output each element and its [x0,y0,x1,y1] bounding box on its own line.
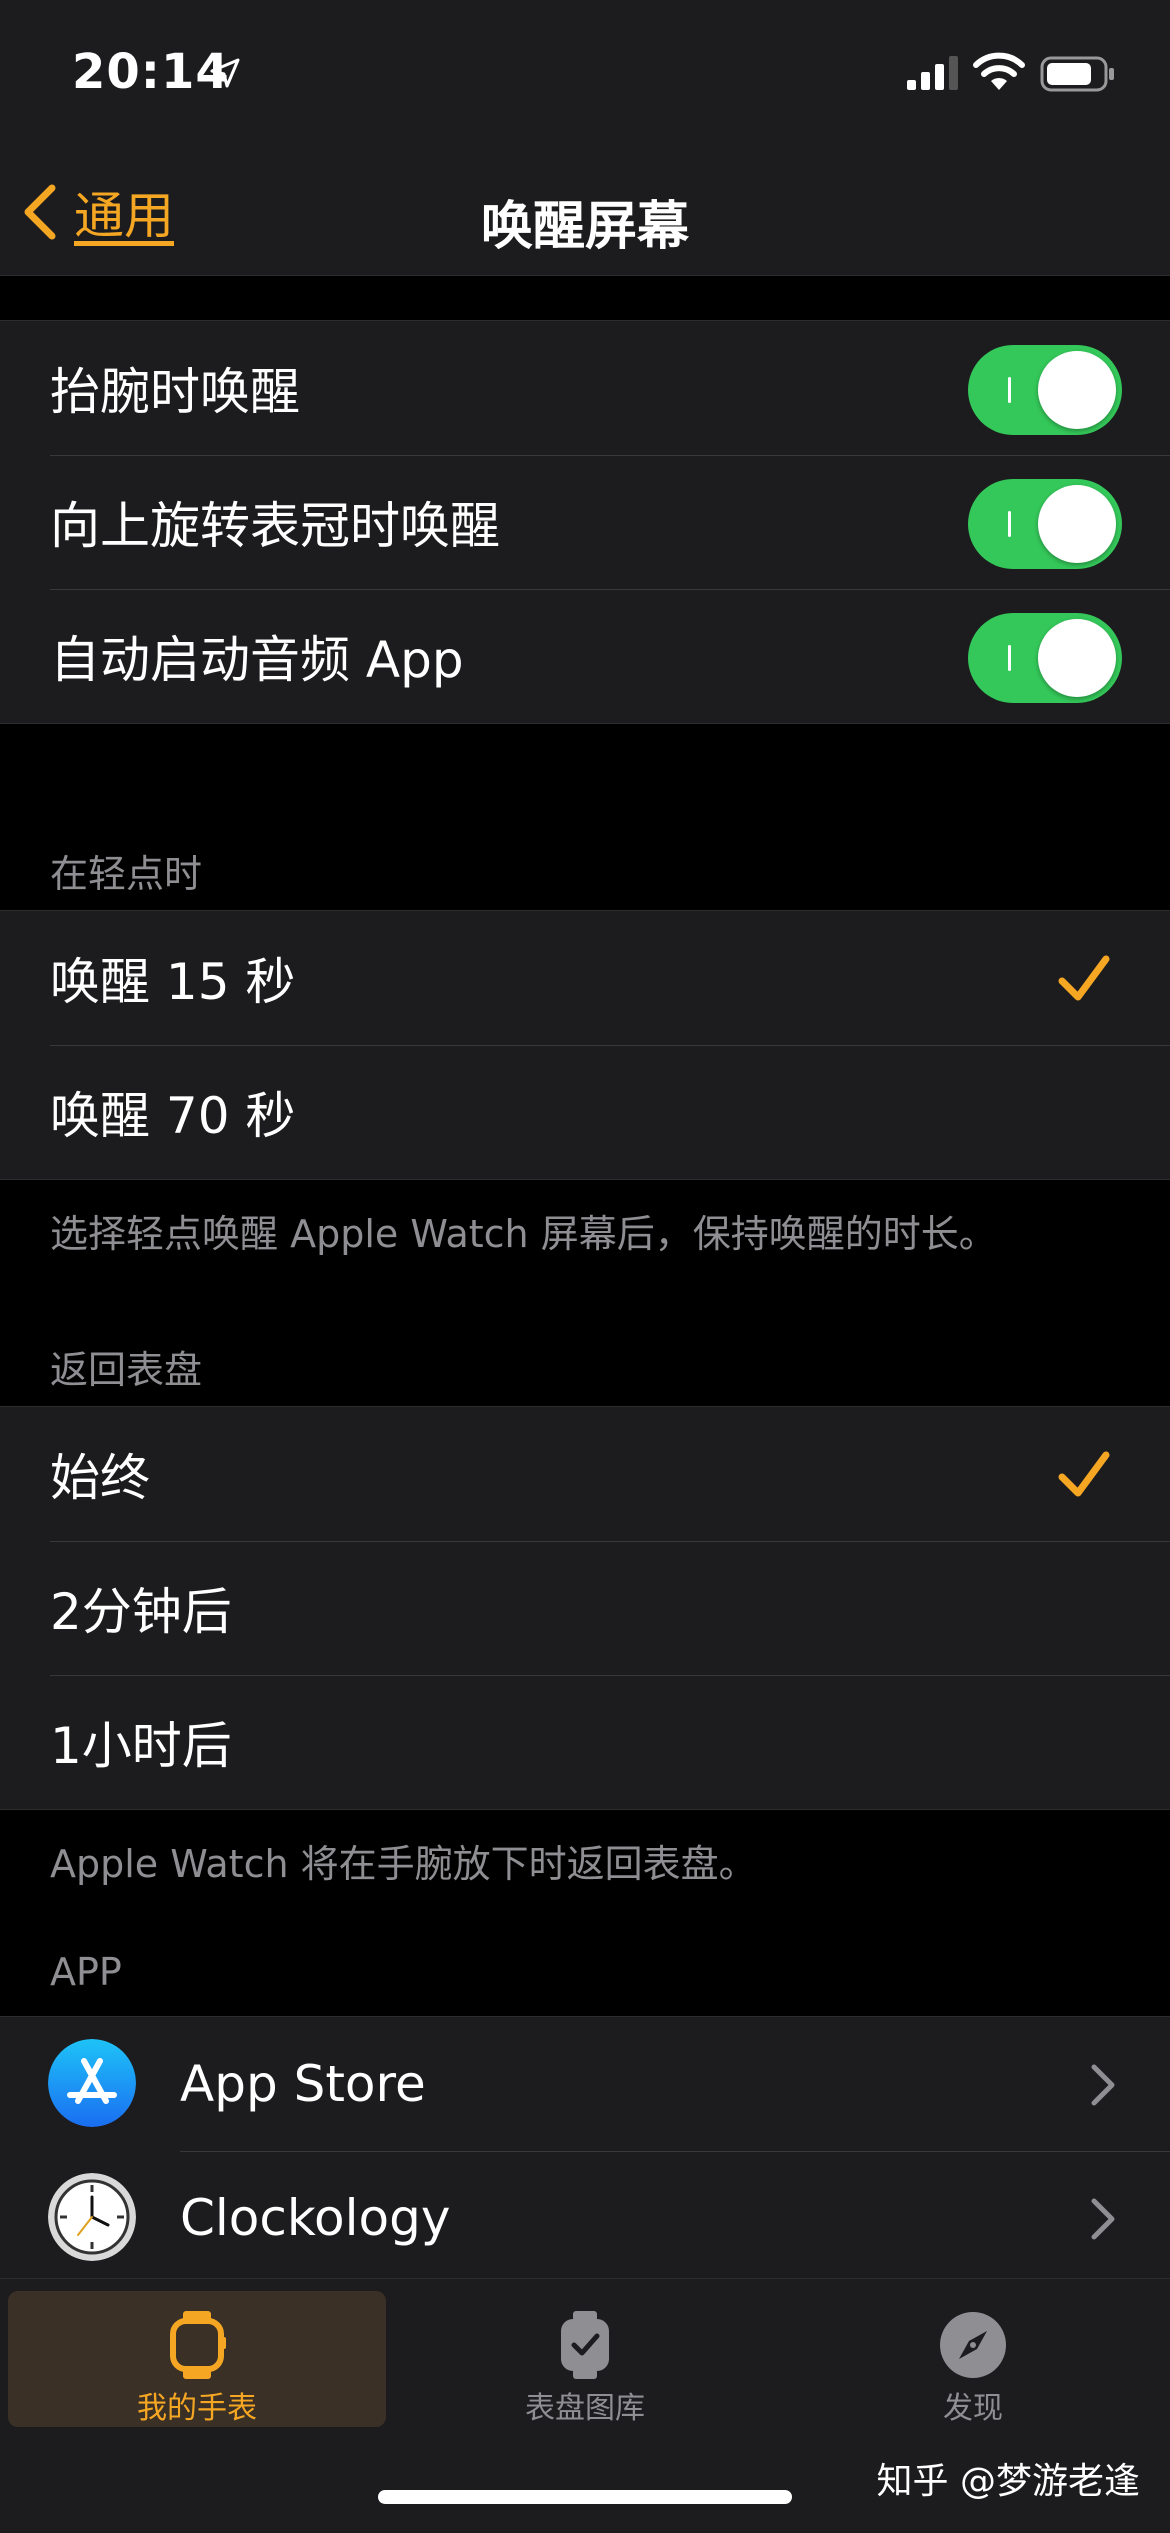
checkmark-icon [1058,1451,1110,1497]
watermark-text: 知乎 @梦游老逢 [876,2461,1140,2502]
page-title: 唤醒屏幕 [480,197,689,257]
toggle-on-indicator [1008,645,1011,671]
section-header-on-tap: 在轻点时 [50,852,203,896]
app-store-icon [48,2039,136,2127]
option-after-2-minutes[interactable]: 2分钟后 [0,1541,1170,1675]
option-wake-15s[interactable]: 唤醒 15 秒 [0,911,1170,1045]
option-after-1-hour[interactable]: 1小时后 [0,1675,1170,1809]
navigation-bar: 通用 唤醒屏幕 [0,150,1170,276]
option-label: 唤醒 15 秒 [50,953,296,1011]
app-label: App Store [180,2055,426,2113]
toggle-row-auto-launch-audio: 自动启动音频 App [0,589,1170,723]
wake-toggles-group: 抬腕时唤醒 向上旋转表冠时唤醒 自动启动音频 App [0,320,1170,724]
toggle-knob [1038,619,1116,697]
tab-discover[interactable]: 发现 [784,2291,1162,2427]
tab-label: 我的手表 [137,2391,257,2426]
chevron-right-icon [1091,2064,1115,2106]
toggle-knob [1038,485,1116,563]
clock-icon [48,2173,136,2261]
app-label: Clockology [180,2189,451,2247]
option-label: 始终 [50,1449,150,1507]
tab-label: 表盘图库 [525,2391,645,2426]
toggle-row-raise-wrist: 抬腕时唤醒 [0,321,1170,455]
toggle-row-crown-up: 向上旋转表冠时唤醒 [0,455,1170,589]
location-arrow-icon [210,58,240,88]
tab-face-gallery[interactable]: 表盘图库 [396,2291,774,2427]
toggle-on-indicator [1008,377,1011,403]
app-list-group: App Store Clockology [0,2016,1170,2285]
crown-up-toggle[interactable] [968,479,1122,569]
cellular-signal-icon [907,56,958,90]
option-wake-70s[interactable]: 唤醒 70 秒 [0,1045,1170,1179]
return-to-clock-options-group: 始终 2分钟后 1小时后 [0,1406,1170,1810]
status-bar: 20:14 [0,0,1170,150]
toggle-on-indicator [1008,511,1011,537]
option-label: 2分钟后 [50,1583,232,1641]
app-row-clockology[interactable]: Clockology [0,2151,1170,2285]
wifi-icon [973,52,1025,90]
status-time: 20:14 [72,44,230,100]
watch-icon [170,2311,226,2379]
section-header-return-to-clock: 返回表盘 [50,1348,203,1392]
app-row-app-store[interactable]: App Store [0,2017,1170,2151]
return-to-clock-footer: Apple Watch 将在手腕放下时返回表盘。 [50,1842,757,1886]
auto-launch-audio-toggle[interactable] [968,613,1122,703]
option-always[interactable]: 始终 [0,1407,1170,1541]
toggle-label: 自动启动音频 App [50,631,464,689]
home-indicator[interactable] [378,2490,792,2504]
toggle-label: 抬腕时唤醒 [50,363,300,421]
option-label: 1小时后 [50,1717,232,1775]
on-tap-footer: 选择轻点唤醒 Apple Watch 屏幕后，保持唤醒的时长。 [50,1212,997,1256]
toggle-knob [1038,351,1116,429]
option-label: 唤醒 70 秒 [50,1087,296,1145]
chevron-right-icon [1091,2198,1115,2240]
tab-my-watch[interactable]: 我的手表 [8,2291,386,2427]
raise-wrist-toggle[interactable] [968,345,1122,435]
watch-face-gallery-icon [561,2311,609,2379]
toggle-label: 向上旋转表冠时唤醒 [50,497,500,555]
section-header-app: APP [50,1950,122,1994]
on-tap-options-group: 唤醒 15 秒 唤醒 70 秒 [0,910,1170,1180]
tab-label: 发现 [943,2391,1003,2426]
compass-icon [940,2312,1006,2378]
checkmark-icon [1058,955,1110,1001]
battery-icon [1040,56,1114,92]
